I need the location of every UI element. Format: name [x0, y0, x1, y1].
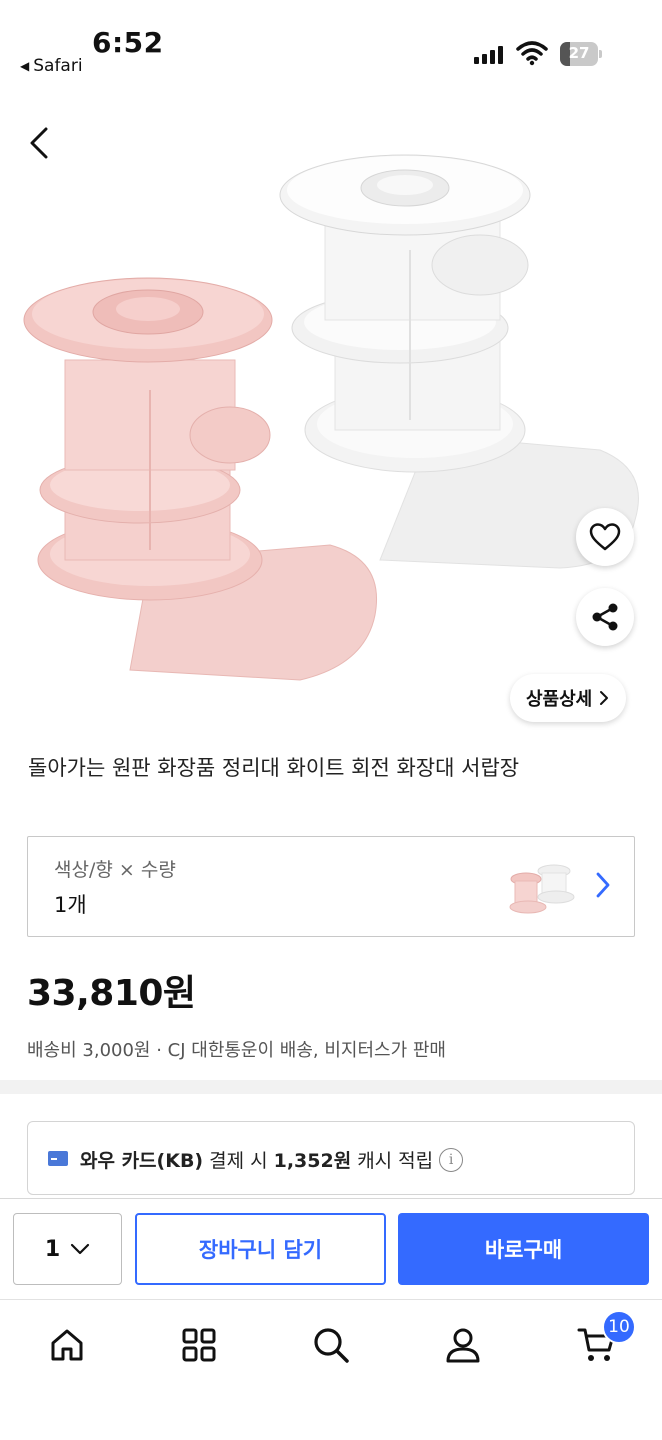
- wishlist-button[interactable]: [576, 508, 634, 566]
- my-page-icon: [446, 1328, 480, 1363]
- status-time: 6:52: [92, 26, 164, 59]
- bottom-tab-bar: 10: [0, 1299, 662, 1440]
- product-image: [23, 154, 639, 681]
- credit-card-icon: [48, 1151, 68, 1166]
- share-icon: [592, 603, 618, 631]
- chevron-right-icon: [596, 872, 610, 898]
- wifi-icon: [516, 41, 548, 66]
- cart-badge: 10: [602, 1310, 636, 1344]
- tab-category[interactable]: [169, 1320, 229, 1370]
- chevron-down-icon: [71, 1243, 90, 1255]
- product-price: 33,810원: [27, 973, 196, 1014]
- shipping-info: 배송비 3,000원 · CJ 대한통운이 배송, 비지터스가 판매: [27, 1040, 446, 1061]
- home-icon: [51, 1329, 83, 1361]
- card-middle-text: 결제 시: [209, 1150, 268, 1172]
- product-image-area[interactable]: 상품상세: [0, 90, 662, 740]
- option-value: 1개: [54, 893, 87, 917]
- product-detail-button[interactable]: 상품상세: [510, 674, 627, 722]
- tab-home[interactable]: [37, 1320, 97, 1370]
- tab-my-page[interactable]: [433, 1320, 493, 1370]
- add-to-cart-button[interactable]: 장바구니 담기: [135, 1213, 386, 1285]
- quantity-value: 1: [44, 1236, 61, 1262]
- option-label: 색상/향 × 수량: [54, 859, 176, 881]
- category-grid-icon: [182, 1328, 216, 1362]
- status-bar: 6:52 ◀ Safari 27: [0, 0, 662, 90]
- back-triangle-icon: ◀: [20, 59, 30, 73]
- quantity-select[interactable]: 1: [13, 1213, 122, 1285]
- battery-icon: 27: [560, 42, 602, 66]
- option-thumbnail: [509, 864, 575, 914]
- chevron-right-icon: [600, 691, 609, 705]
- cellular-signal-icon: [474, 44, 503, 64]
- search-icon: [314, 1328, 349, 1363]
- heart-icon: [589, 523, 621, 551]
- white-organizer-image: [279, 154, 639, 569]
- tab-search[interactable]: [301, 1320, 361, 1370]
- card-name: 와우 카드(KB): [80, 1150, 204, 1172]
- purchase-action-bar: 1 장바구니 담기 바로구매: [0, 1198, 662, 1298]
- back-arrow-icon[interactable]: [22, 125, 58, 161]
- section-divider: [0, 1080, 662, 1094]
- product-detail-label: 상품상세: [526, 689, 593, 710]
- card-suffix-text: 캐시 적립: [357, 1150, 434, 1172]
- card-promotion[interactable]: 와우 카드(KB) 결제 시 1,352원 캐시 적립 i: [27, 1121, 635, 1195]
- back-app-label: Safari: [33, 56, 83, 76]
- buy-now-button[interactable]: 바로구매: [398, 1213, 649, 1285]
- option-selector[interactable]: 색상/향 × 수량 1개: [27, 836, 635, 937]
- cashback-amount: 1,352원: [273, 1150, 352, 1172]
- back-to-safari[interactable]: ◀ Safari: [20, 56, 83, 76]
- share-button[interactable]: [576, 588, 634, 646]
- info-icon[interactable]: i: [439, 1147, 464, 1172]
- product-title: 돌아가는 원판 화장품 정리대 화이트 회전 화장대 서랍장: [28, 756, 520, 780]
- battery-level: 27: [568, 44, 590, 62]
